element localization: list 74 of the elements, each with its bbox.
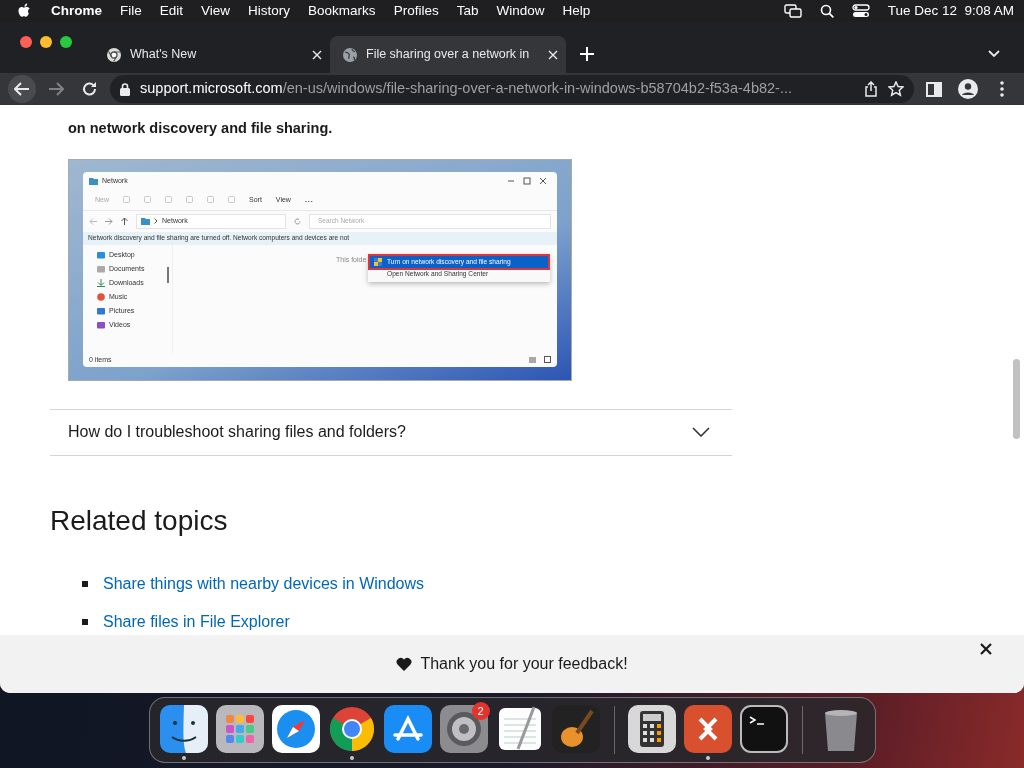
- compass-icon[interactable]: [271, 705, 320, 753]
- menu-item[interactable]: Tab: [447, 0, 488, 22]
- toolbar-icon: [228, 196, 235, 204]
- menu-item[interactable]: Window: [487, 0, 554, 22]
- calculator-icon[interactable]: [628, 705, 676, 753]
- up-icon[interactable]: [121, 217, 128, 226]
- address-bar[interactable]: support.microsoft.com/en-us/windows/file-sharing-over-a-network-in-windows-b58704b2-f53a-4b82-...: [110, 75, 914, 103]
- new-tab-icon[interactable]: [580, 47, 594, 61]
- tiles-view-icon[interactable]: [544, 356, 551, 364]
- folder-icon: [89, 176, 98, 185]
- globe-icon: [342, 46, 358, 63]
- chevron-icon: [692, 427, 710, 438]
- forward-icon[interactable]: [105, 217, 113, 225]
- chrome-icon: [106, 46, 122, 63]
- close-icon[interactable]: [980, 643, 992, 655]
- music-icon: [97, 292, 105, 301]
- close-window-button[interactable]: [20, 35, 32, 48]
- link[interactable]: Share things with nearby devices in Windows: [103, 572, 425, 597]
- apple-icon: [18, 3, 32, 19]
- reload-icon[interactable]: [82, 81, 98, 97]
- zoom-window-button[interactable]: [60, 35, 72, 48]
- menu-item[interactable]: Help: [553, 0, 600, 22]
- accordion-header[interactable]: How do I troubleshoot sharing files and folders?: [50, 408, 732, 456]
- tab[interactable]: What's New: [94, 36, 330, 73]
- scrollbar-thumb[interactable]: [1013, 359, 1020, 439]
- link[interactable]: Share files in File Explorer: [103, 610, 290, 635]
- side-panel-icon[interactable]: [926, 81, 942, 97]
- toolbar-icon: [207, 196, 214, 204]
- chevron-right-icon: [154, 218, 158, 225]
- tab-title: What's New: [130, 46, 197, 64]
- folder-icon: [141, 217, 150, 226]
- control-center-icon[interactable]: [851, 4, 870, 18]
- url-text: support.microsoft.com/en-us/windows/file-sharing-over-a-network-in-windows-b58704b2-f53a-4b82-...: [140, 79, 792, 99]
- toolbar-icon: [165, 196, 172, 204]
- toolbar-icon: [144, 196, 151, 204]
- download-icon: [97, 278, 105, 287]
- menu-item[interactable]: History: [239, 0, 300, 22]
- chrome-icon[interactable]: [327, 705, 376, 753]
- share-icon[interactable]: [864, 81, 878, 97]
- remote-desktop-icon[interactable]: [684, 705, 732, 753]
- app-menu[interactable]: Chrome: [42, 0, 111, 22]
- bullet: [82, 581, 88, 588]
- clock: Tue Dec 12 9:08 AM: [887, 1, 1014, 20]
- menu-item[interactable]: File: [111, 0, 151, 22]
- finder-icon[interactable]: [159, 705, 208, 753]
- app-store-icon[interactable]: [383, 705, 432, 753]
- close-icon[interactable]: [539, 176, 547, 185]
- maximize-icon[interactable]: [523, 176, 531, 185]
- forward-icon[interactable]: [48, 81, 64, 97]
- menu-item[interactable]: Profiles: [384, 0, 448, 22]
- menu-item[interactable]: Edit: [150, 0, 193, 22]
- tab-title: File sharing over a network in: [366, 46, 530, 64]
- launchpad-icon[interactable]: [215, 705, 264, 753]
- terminal-icon[interactable]: [740, 705, 788, 753]
- menu-item[interactable]: Bookmarks: [299, 0, 385, 22]
- menu-icon[interactable]: [1000, 81, 1004, 97]
- shield-icon: [374, 257, 382, 266]
- feedback-message: Thank you for your feedback!: [420, 654, 628, 674]
- menu-item[interactable]: View: [192, 0, 240, 22]
- section-heading: Related topics: [50, 503, 229, 538]
- toolbar-icon: [123, 196, 130, 204]
- chevron-down-icon[interactable]: [988, 50, 1000, 58]
- tab[interactable]: File sharing over a network in: [330, 36, 566, 73]
- scrollbar-thumb[interactable]: [167, 266, 169, 283]
- toolbar-icon: [186, 196, 193, 204]
- star-icon[interactable]: [888, 81, 904, 97]
- profile-icon[interactable]: [958, 79, 978, 99]
- minimize-window-button[interactable]: [40, 35, 52, 48]
- search-icon[interactable]: [819, 4, 834, 18]
- bullet: [82, 619, 88, 626]
- screen-mirroring-icon[interactable]: [783, 4, 802, 18]
- lock-icon: [120, 82, 130, 96]
- paragraph: on network discovery and file sharing.: [68, 119, 334, 138]
- heart-icon: [396, 657, 413, 671]
